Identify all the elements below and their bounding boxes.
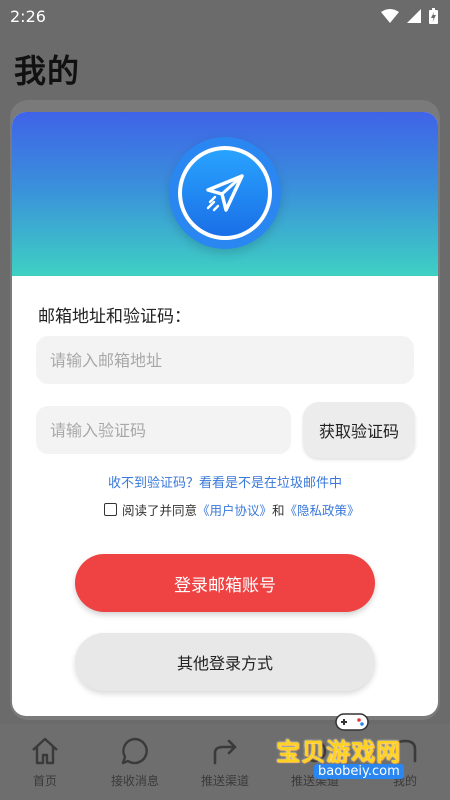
share-icon xyxy=(208,734,242,768)
get-code-button[interactable]: 获取验证码 xyxy=(303,402,415,458)
nav-label: 首页 xyxy=(32,774,57,788)
email-login-modal: 邮箱地址和验证码： 获取验证码 收不到验证码？看看是不是在垃圾邮件中 阅读了并同… xyxy=(12,112,438,716)
agreement-row: 阅读了并同意 《用户协议》 和 《隐私政策》 xyxy=(104,500,360,519)
nav-item-push[interactable]: 推送渠道 xyxy=(180,724,270,800)
other-login-button[interactable]: 其他登录方式 xyxy=(75,633,375,691)
agree-checkbox[interactable] xyxy=(104,503,117,516)
watermark-url: baobeiy.com xyxy=(314,764,404,779)
status-bar: 2:26 xyxy=(0,0,450,32)
logo-ring xyxy=(178,146,272,240)
modal-header xyxy=(12,112,438,276)
watermark-text: 宝贝游戏网 xyxy=(276,738,401,766)
wifi-icon xyxy=(381,9,399,23)
privacy-policy-link[interactable]: 《隐私政策》 xyxy=(285,500,360,519)
app-logo xyxy=(169,137,281,249)
status-time: 2:26 xyxy=(10,6,46,26)
agree-prefix: 阅读了并同意 xyxy=(122,503,198,518)
watermark: 宝贝游戏网 baobeiy.com xyxy=(262,708,442,786)
battery-icon xyxy=(429,8,438,24)
nav-item-home[interactable]: 首页 xyxy=(0,724,90,800)
nav-label: 接收消息 xyxy=(110,774,159,788)
page-title: 我的 xyxy=(14,52,81,90)
form-label: 邮箱地址和验证码： xyxy=(38,307,191,327)
email-input[interactable] xyxy=(36,336,414,384)
user-agreement-link[interactable]: 《用户协议》 xyxy=(197,500,272,519)
message-icon xyxy=(118,734,152,768)
and-text: 和 xyxy=(272,503,285,518)
nav-label: 推送渠道 xyxy=(200,774,249,788)
paper-plane-icon xyxy=(206,174,244,212)
spam-hint-link[interactable]: 收不到验证码？看看是不是在垃圾邮件中 xyxy=(12,472,438,491)
login-email-button[interactable]: 登录邮箱账号 xyxy=(75,554,375,612)
home-icon xyxy=(28,734,62,768)
nav-item-messages[interactable]: 接收消息 xyxy=(90,724,180,800)
verification-code-input[interactable] xyxy=(36,406,291,454)
gamepad-icon xyxy=(335,713,369,731)
status-icons xyxy=(381,8,438,24)
signal-icon xyxy=(407,9,421,23)
